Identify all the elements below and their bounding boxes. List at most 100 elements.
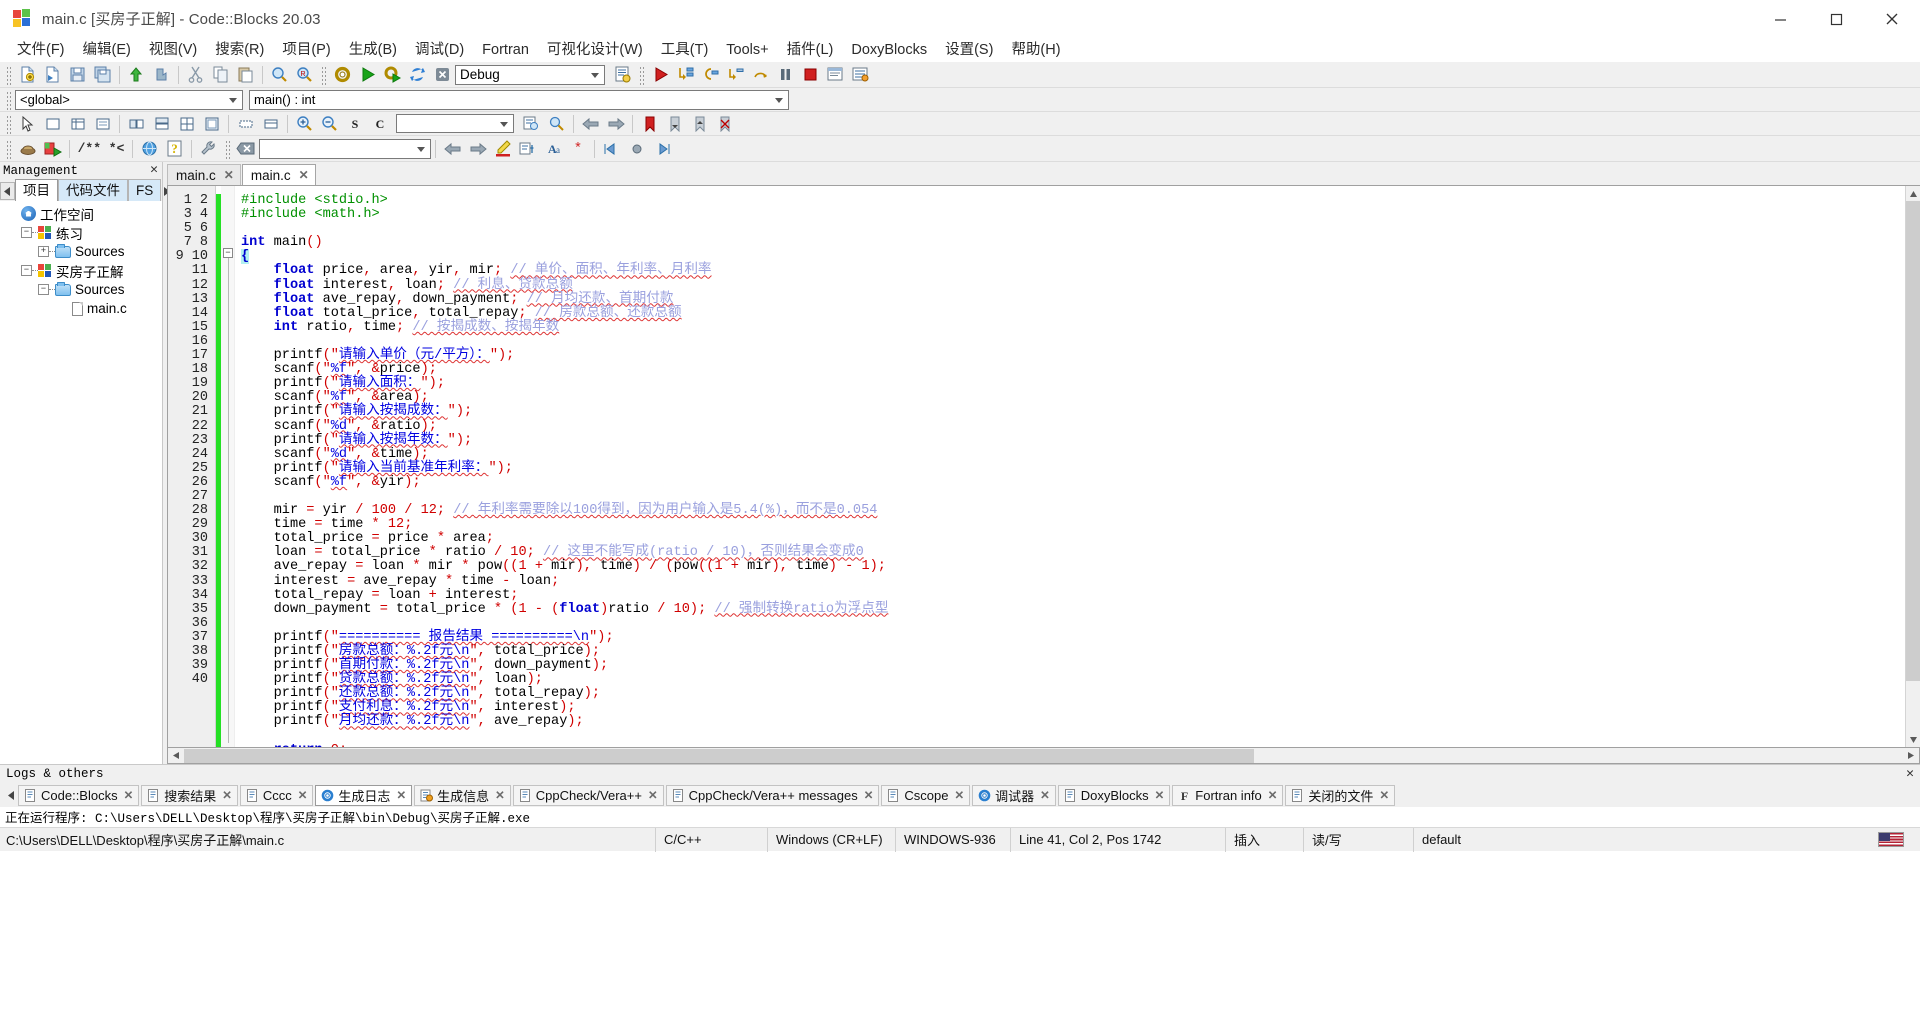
scroll-down-button[interactable] [1906, 732, 1920, 747]
next-line-icon[interactable] [724, 64, 747, 85]
panel-icon[interactable] [41, 113, 64, 134]
find-icon[interactable] [268, 64, 291, 85]
tab-scroll-left-button[interactable] [0, 182, 15, 200]
close-icon[interactable]: ✕ [150, 163, 158, 177]
log-tab-7[interactable]: CppCheck/Vera++ messages ✕ [665, 784, 880, 806]
cut-icon[interactable] [184, 64, 207, 85]
zoom-in-icon[interactable] [293, 113, 316, 134]
layout-vertical-icon[interactable] [150, 113, 173, 134]
doxy-comment-icon[interactable]: /** *< [75, 138, 127, 159]
log-tab-8[interactable]: Cscope ✕ [881, 784, 971, 806]
form-icon[interactable] [91, 113, 114, 134]
editor-body[interactable]: 1 2 3 4 5 6 7 8 9 10 11 12 13 14 15 16 1… [167, 185, 1920, 748]
log-tab-6[interactable]: CppCheck/Vera++ ✕ [512, 784, 664, 806]
build-and-run-icon[interactable] [381, 64, 404, 85]
close-icon[interactable]: ✕ [299, 168, 309, 182]
management-tab-1[interactable]: 项目 [15, 179, 58, 201]
new-file-icon[interactable] [16, 64, 39, 85]
menu-item-13[interactable]: DoxyBlocks [842, 38, 936, 62]
log-tab-12[interactable]: 关闭的文件 ✕ [1285, 784, 1396, 806]
collapse-icon[interactable]: − [21, 265, 32, 276]
menu-item-2[interactable]: 编辑(E) [74, 38, 140, 62]
close-icon[interactable]: ✕ [1155, 788, 1165, 802]
tree-node[interactable]: − 练习 [0, 223, 162, 242]
menu-item-6[interactable]: 生成(B) [340, 38, 406, 62]
project-tree[interactable]: 工作空间 − 练习 + Sources − 买房子正解 − Sources main.c [0, 201, 162, 764]
layout-grid-icon[interactable] [175, 113, 198, 134]
group-icon[interactable] [259, 113, 282, 134]
save-all-icon[interactable] [91, 64, 114, 85]
pointer-icon[interactable] [16, 113, 39, 134]
menu-item-4[interactable]: 搜索(R) [206, 38, 273, 62]
close-icon[interactable]: ✕ [1040, 788, 1050, 802]
open-file-icon[interactable] [41, 64, 64, 85]
close-icon[interactable]: ✕ [864, 788, 874, 802]
nav-back-icon[interactable] [441, 138, 464, 159]
layout-box-icon[interactable] [200, 113, 223, 134]
log-tab-5[interactable]: 生成信息 ✕ [414, 784, 511, 806]
zoom-out-icon[interactable] [318, 113, 341, 134]
pause-debug-icon[interactable] [774, 64, 797, 85]
fold-toggle-icon[interactable]: − [223, 248, 233, 258]
collapse-icon[interactable]: − [38, 284, 49, 295]
hscroll-thumb[interactable] [184, 748, 1254, 763]
nav-forward-icon[interactable] [466, 138, 489, 159]
log-tab-2[interactable]: 搜索结果 ✕ [141, 784, 238, 806]
replace-icon[interactable]: R [293, 64, 316, 85]
search-options-icon[interactable] [545, 113, 568, 134]
minimize-button[interactable] [1752, 0, 1808, 38]
expand-icon[interactable]: + [38, 246, 49, 257]
bookmark-next-icon[interactable] [688, 113, 711, 134]
editor-horizontal-scrollbar[interactable] [167, 748, 1920, 764]
log-tab-4[interactable]: 生成日志 ✕ [315, 784, 413, 806]
whole-word-icon[interactable]: C [368, 113, 391, 134]
abort-build-icon[interactable] [431, 64, 454, 85]
editor-vertical-scrollbar[interactable] [1905, 186, 1920, 747]
font-size-icon[interactable]: Aa [541, 138, 564, 159]
search-symbol-icon[interactable] [520, 113, 543, 134]
collapse-icon[interactable]: − [21, 227, 32, 238]
close-icon[interactable]: ✕ [222, 788, 232, 802]
toolbar-grip[interactable] [320, 64, 327, 85]
management-tab-3[interactable]: FS [128, 179, 162, 201]
scope-combo[interactable]: <global> [15, 89, 243, 110]
back-arrow-icon[interactable] [579, 113, 602, 134]
management-tab-2[interactable]: 代码文件 [58, 179, 128, 201]
close-icon[interactable]: ✕ [224, 168, 234, 182]
doxy-search-combo[interactable] [259, 138, 431, 159]
menu-item-1[interactable]: 文件(F) [8, 38, 74, 62]
toolbar-grip[interactable] [5, 113, 12, 134]
toolbar-grip[interactable] [224, 138, 231, 159]
log-tab-11[interactable]: F Fortran info ✕ [1172, 784, 1284, 806]
close-button[interactable] [1864, 0, 1920, 38]
paste-icon[interactable] [234, 64, 257, 85]
doxygen-run-icon[interactable] [16, 138, 39, 159]
toolbar-grip[interactable] [5, 64, 12, 85]
goto-start-icon[interactable] [600, 138, 623, 159]
log-tab-3[interactable]: Cccc ✕ [239, 784, 314, 806]
menu-item-7[interactable]: 调试(D) [406, 38, 473, 62]
tree-node[interactable]: + Sources [0, 242, 162, 261]
hscroll-track[interactable] [184, 748, 1903, 763]
scroll-up-button[interactable] [1906, 186, 1920, 201]
close-icon[interactable]: ✕ [954, 788, 964, 802]
grid-icon[interactable] [66, 113, 89, 134]
close-icon[interactable]: ✕ [298, 788, 308, 802]
close-icon[interactable]: ✕ [124, 788, 134, 802]
layout-horizontal-icon[interactable] [125, 113, 148, 134]
step-into-icon[interactable] [674, 64, 697, 85]
close-icon[interactable]: ✕ [1268, 788, 1278, 802]
close-icon[interactable]: ✕ [396, 788, 406, 802]
rebuild-icon[interactable] [406, 64, 429, 85]
build-options-icon[interactable] [611, 64, 634, 85]
log-tab-scroll-left[interactable] [4, 786, 18, 805]
log-tab-9[interactable]: 调试器 ✕ [972, 784, 1056, 806]
toolbar-grip[interactable] [5, 89, 12, 110]
debug-windows-icon[interactable] [824, 64, 847, 85]
menu-item-5[interactable]: 项目(P) [273, 38, 339, 62]
step-out-icon[interactable] [699, 64, 722, 85]
debug-run-icon[interactable] [649, 64, 672, 85]
log-tab-10[interactable]: DoxyBlocks ✕ [1057, 784, 1171, 806]
forward-arrow-icon[interactable] [604, 113, 627, 134]
code-text[interactable]: #include <stdio.h> #include <math.h> int… [235, 186, 1905, 747]
